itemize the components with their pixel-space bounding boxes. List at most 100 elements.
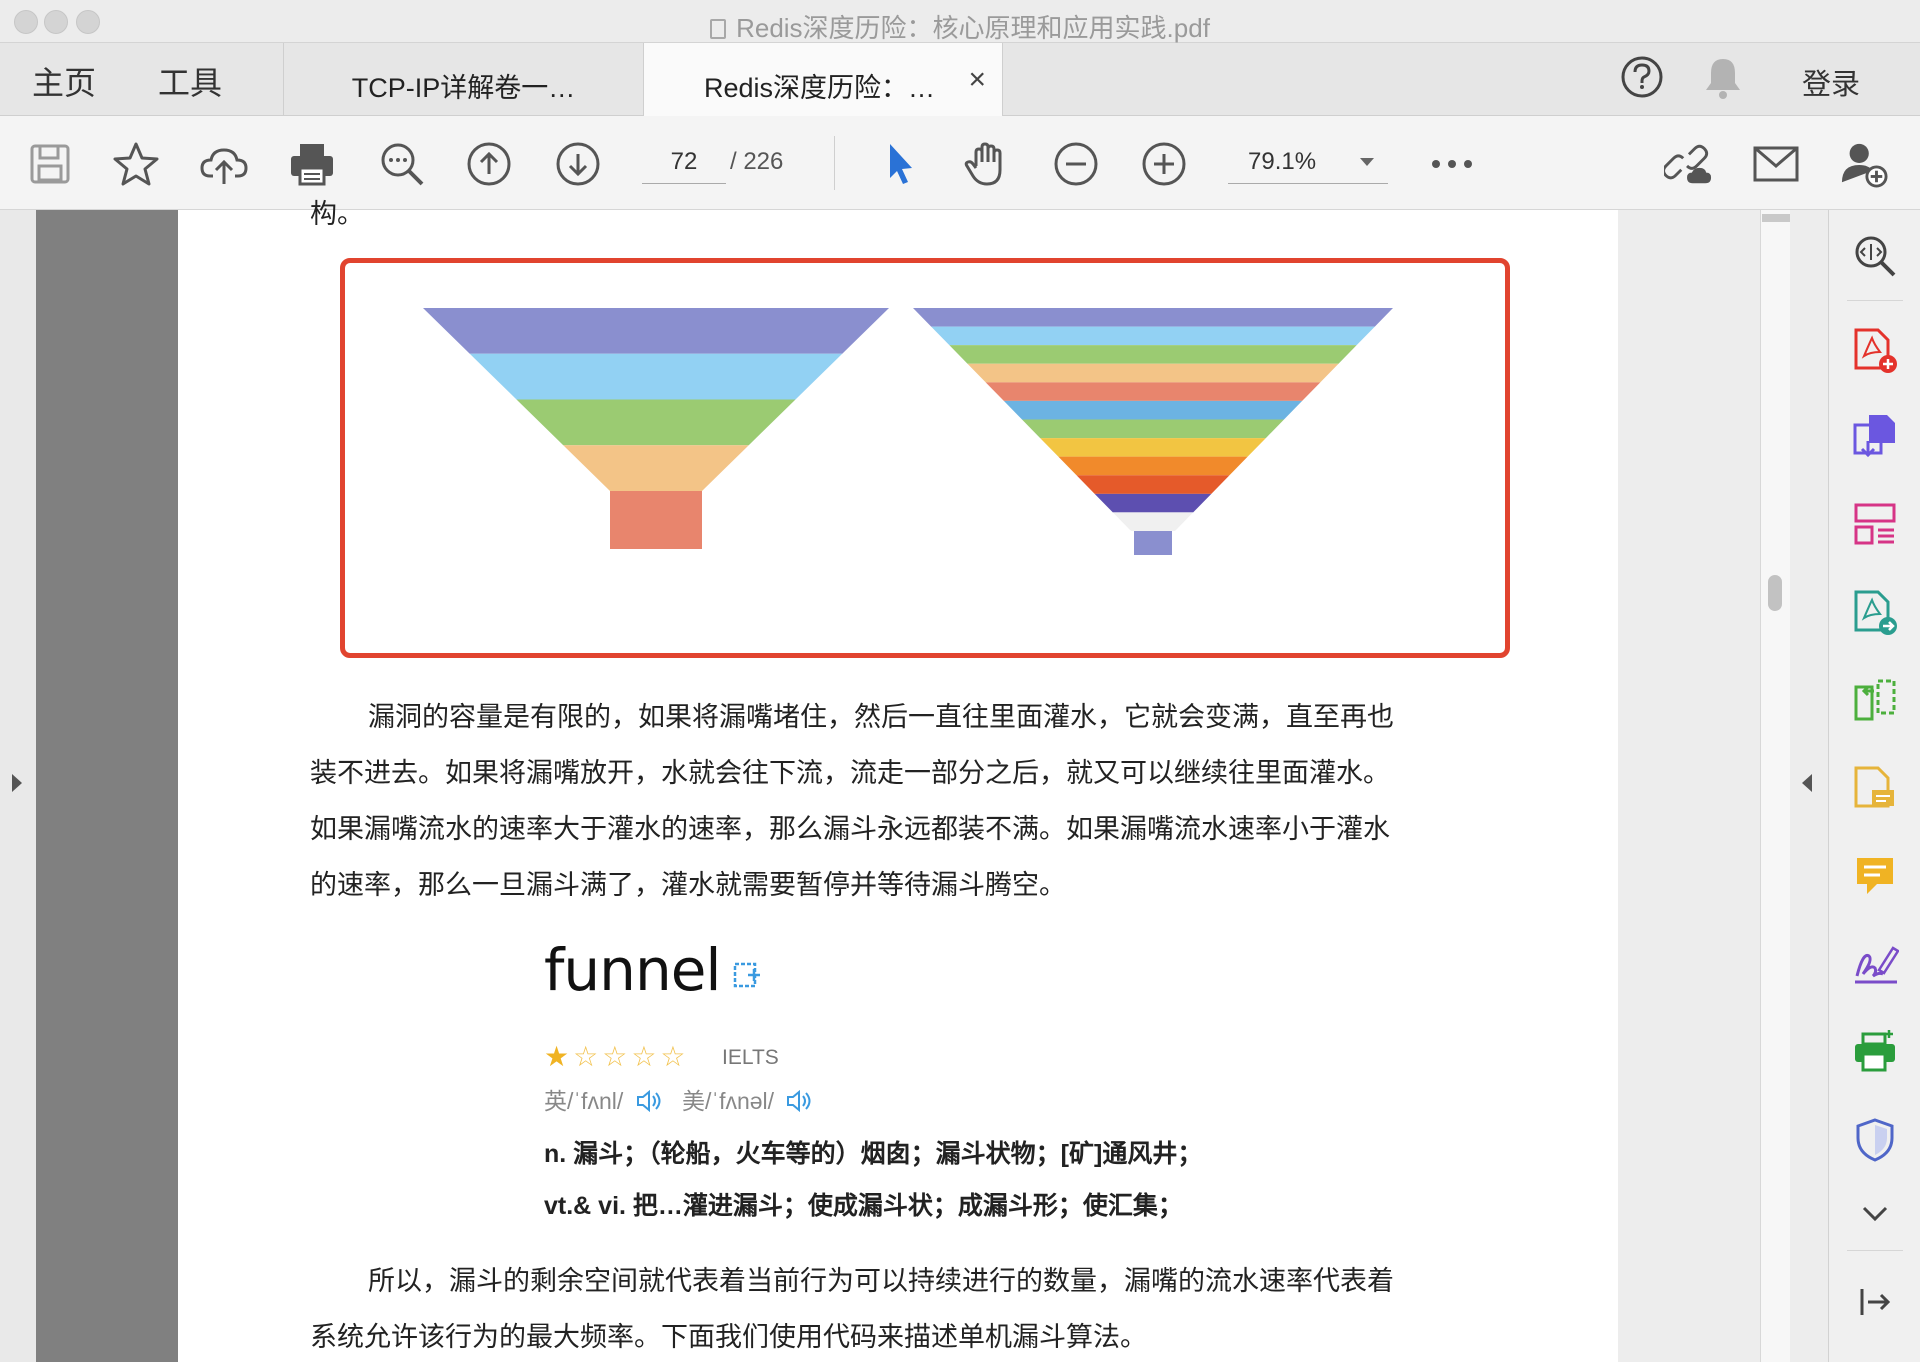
funnel-right-band xyxy=(1022,419,1284,439)
comment-icon[interactable] xyxy=(1851,852,1899,900)
left-panel-toggle-strip xyxy=(0,210,36,1362)
page-total: / 226 xyxy=(730,148,784,175)
funnel-left-spout xyxy=(610,491,702,549)
paragraph-line: 所以，漏斗的剩余空间就代表着当前行为可以持续进行的数量，漏嘴的流水速率代表着 xyxy=(368,1266,1394,1297)
collapse-right-panel-icon[interactable] xyxy=(1800,772,1814,794)
add-to-wordbook-icon[interactable] xyxy=(732,960,762,990)
speaker-icon[interactable] xyxy=(786,1089,812,1113)
cut-off-text: 构。 xyxy=(310,199,364,230)
star-rating: ★☆☆☆☆ xyxy=(544,1040,690,1073)
tab-bar: 主页 工具 TCP-IP详解卷一… Redis深度历险：… × 登录 xyxy=(0,43,1920,116)
email-icon[interactable] xyxy=(1752,140,1800,188)
search-text-icon[interactable] xyxy=(378,140,426,188)
previous-page-icon[interactable] xyxy=(465,140,513,188)
print-icon[interactable] xyxy=(288,140,336,188)
next-page-icon[interactable] xyxy=(554,140,602,188)
paragraph-line: 系统允许该行为的最大频率。下面我们使用代码来描述单机漏斗算法。 xyxy=(310,1322,1147,1353)
phonetics: 英/ˈfʌnl/ 美/ˈfʌnəl/ xyxy=(544,1082,812,1116)
title-bar: Redis深度历险：核心原理和应用实践.pdf xyxy=(0,0,1920,43)
share-link-icon[interactable] xyxy=(1664,140,1712,188)
more-options-icon[interactable] xyxy=(1428,140,1476,188)
vertical-scrollbar[interactable] xyxy=(1760,210,1790,1362)
pdf-page: 构。 漏洞的容量是有限的，如果将漏嘴堵住，然后一直往里面灌水，它就会变满，直至再… xyxy=(178,199,1618,1362)
star-empty: ☆☆☆☆ xyxy=(573,1041,690,1072)
upload-cloud-icon[interactable] xyxy=(200,140,248,188)
uk-phonetic: 英/ˈfʌnl/ xyxy=(544,1088,624,1114)
tab-document-tcpip[interactable]: TCP-IP详解卷一… xyxy=(283,43,643,116)
funnel-left-band xyxy=(469,353,843,400)
funnel-left-band xyxy=(563,445,749,491)
tab-close-button[interactable]: × xyxy=(968,63,986,97)
window-title: Redis深度历险：核心原理和应用实践.pdf xyxy=(0,8,1920,45)
zoom-level-select[interactable]: 79.1% xyxy=(1228,138,1388,184)
funnel-left-band xyxy=(516,399,796,446)
fill-sign-icon[interactable] xyxy=(1851,940,1899,988)
send-pdf-icon[interactable] xyxy=(1851,588,1899,636)
enhance-zoom-icon[interactable] xyxy=(1851,232,1899,280)
paragraph-line: 装不进去。如果将漏嘴放开，水就会往下流，流走一部分之后，就又可以继续往里面灌水。 xyxy=(310,758,1390,789)
tab-document-redis[interactable]: Redis深度历险：… × xyxy=(643,43,1003,116)
exam-tag: IELTS xyxy=(722,1046,779,1069)
dictionary-entry: funnel ★☆☆☆☆ IELTS 英/ˈfʌnl/ 美/ˈfʌnəl/ n.… xyxy=(544,936,1344,1220)
tab-home[interactable]: 主页 xyxy=(32,58,96,104)
pdf-file-icon xyxy=(710,19,727,39)
document-viewer[interactable]: 构。 漏洞的容量是有限的，如果将漏嘴堵住，然后一直往里面灌水，它就会变满，直至再… xyxy=(0,199,1828,1362)
chevron-down-icon xyxy=(1360,158,1374,166)
funnel-right-band xyxy=(985,382,1321,401)
hand-tool-icon[interactable] xyxy=(962,140,1010,188)
dictionary-word: funnel xyxy=(544,936,721,1004)
help-icon[interactable] xyxy=(1620,55,1664,104)
right-tools-panel xyxy=(1828,210,1920,1362)
compare-files-icon[interactable] xyxy=(1851,676,1899,724)
funnel-right-band xyxy=(931,326,1375,346)
page-number-input[interactable]: 72 xyxy=(642,138,726,184)
collapse-panel-icon[interactable] xyxy=(1851,1278,1899,1326)
paragraph-line: 漏洞的容量是有限的，如果将漏嘴堵住，然后一直往里面灌水，它就会变满，直至再也 xyxy=(368,702,1394,733)
zoom-level-value: 79.1% xyxy=(1248,148,1317,175)
funnel-right-band xyxy=(949,345,1357,364)
funnel-right-band xyxy=(1112,512,1194,531)
login-button[interactable]: 登录 xyxy=(1802,61,1860,103)
toolbar: 72 / 226 79.1% xyxy=(0,116,1920,210)
funnel-right-band xyxy=(1094,493,1212,513)
notification-bell-icon[interactable] xyxy=(1702,55,1744,106)
funnel-figure xyxy=(423,308,1393,555)
protect-shield-icon[interactable] xyxy=(1851,1116,1899,1164)
chevron-down-icon[interactable] xyxy=(1851,1190,1899,1238)
funnel-right-band xyxy=(967,363,1339,383)
funnel-right-band xyxy=(1040,438,1266,457)
us-phonetic: 美/ˈfʌnəl/ xyxy=(682,1088,775,1114)
highlighted-figure-frame xyxy=(340,258,1510,658)
funnel-right-band xyxy=(1076,475,1230,494)
bookmark-star-icon[interactable] xyxy=(112,140,160,188)
paragraph-line: 的速率，那么一旦漏斗满了，灌水就需要暂停并等待漏斗腾空。 xyxy=(310,870,1066,901)
print-production-icon[interactable] xyxy=(1851,1028,1899,1076)
star-filled: ★ xyxy=(544,1041,574,1072)
tab-tools[interactable]: 工具 xyxy=(158,58,222,104)
funnel-right-band xyxy=(913,308,1393,327)
panel-divider xyxy=(1847,1250,1903,1251)
expand-left-panel-icon[interactable] xyxy=(10,772,24,794)
export-pdf-icon[interactable] xyxy=(1851,412,1899,460)
save-icon[interactable] xyxy=(26,140,74,188)
select-cursor-icon[interactable] xyxy=(876,140,924,188)
paragraph-line: 如果漏嘴流水的速率大于灌水的速率，那么漏斗永远都装不满。如果漏嘴流水速率小于灌水 xyxy=(310,814,1390,845)
speaker-icon[interactable] xyxy=(636,1089,662,1113)
paragraph-leaky-funnel: 漏洞的容量是有限的，如果将漏嘴堵住，然后一直往里面灌水，它就会变满，直至再也 装… xyxy=(310,690,1470,914)
create-pdf-icon[interactable] xyxy=(1851,326,1899,374)
zoom-in-icon[interactable] xyxy=(1140,140,1188,188)
funnel-right-spout xyxy=(1134,531,1172,555)
scrollbar-top-marker xyxy=(1762,214,1790,222)
panel-divider xyxy=(1847,300,1903,301)
tab-document-label: Redis深度历险：… xyxy=(704,73,936,103)
tab-document-label: TCP-IP详解卷一… xyxy=(351,73,576,103)
add-user-icon[interactable] xyxy=(1840,140,1888,188)
edit-pdf-icon[interactable] xyxy=(1851,764,1899,812)
funnel-right-band xyxy=(1058,456,1248,476)
scrollbar-thumb[interactable] xyxy=(1768,575,1782,611)
zoom-out-icon[interactable] xyxy=(1052,140,1100,188)
window-title-text: Redis深度历险：核心原理和应用实践.pdf xyxy=(736,13,1210,43)
paragraph-summary: 所以，漏斗的剩余空间就代表着当前行为可以持续进行的数量，漏嘴的流水速率代表着 系… xyxy=(310,1254,1470,1362)
organize-pages-icon[interactable] xyxy=(1851,500,1899,548)
funnel-left-band xyxy=(423,308,889,354)
